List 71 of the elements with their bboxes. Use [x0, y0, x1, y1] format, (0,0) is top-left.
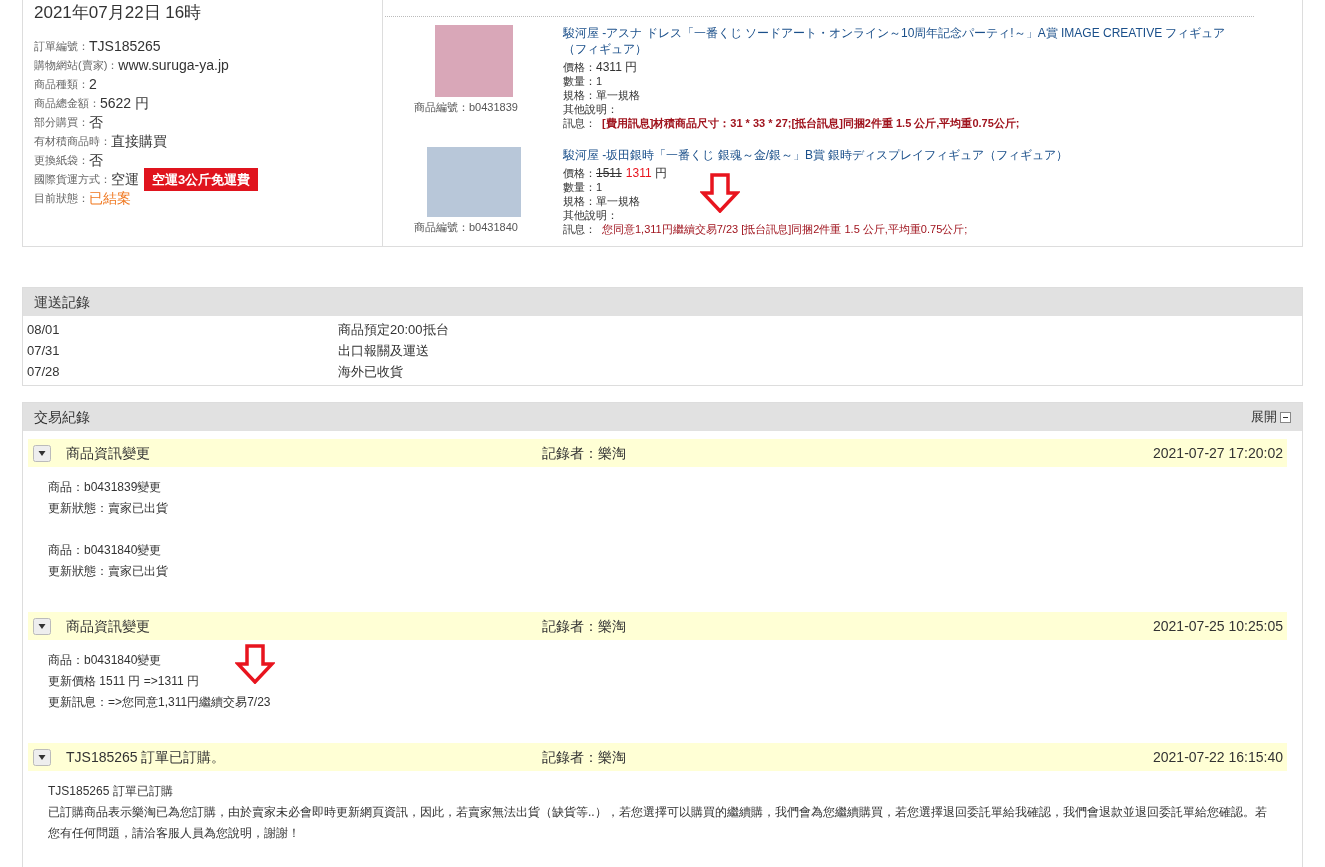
quantity-text: 數量：1: [563, 74, 604, 88]
note-label: 其他說明：: [563, 102, 619, 116]
entry-text: TJS185265 訂單已訂購: [48, 783, 173, 800]
price-value: 1311: [625, 166, 652, 180]
field-label: 部分購買：: [34, 115, 89, 131]
field-value: 5622 円: [100, 94, 150, 113]
message-text: 您同意1,311円繼續交易7/23 [抵台訊息]同捆2件重 1.5 公斤,平均重0.75公斤;: [602, 222, 968, 236]
entry-text: 更新狀態：賣家已出貨: [48, 563, 168, 580]
collapse-toggle[interactable]: 展開: [1251, 407, 1291, 427]
entry-text: 更新訊息：=>您同意1,311円繼續交易7/23: [48, 694, 271, 711]
old-price: 1511: [596, 166, 622, 180]
section-header: 運送記錄: [23, 288, 1302, 316]
spec-text: 規格：單一規格: [563, 194, 641, 208]
shipping-date: 08/01: [27, 320, 61, 339]
dropdown-toggle-icon[interactable]: [33, 617, 51, 635]
field-value: 直接購買: [111, 132, 167, 151]
entry-time: 2021-07-25 10:25:05: [1153, 616, 1283, 636]
field-value: 否: [89, 151, 103, 170]
field-label: 有材積商品時：: [34, 134, 111, 150]
shipping-event: 商品預定20:00抵台: [338, 320, 449, 339]
entry-text: 已訂購商品表示樂淘已為您訂購，由於賣家未必會即時更新網頁資訊，因此，若賣家無法出貨（缺貨等..），若您選擇可以購買的繼續購，我們會為您繼續購買，若您選擇退回委託單給我確認，我們會退款並退回委託單給您確認。若您有任何問題，請洽客服人員為您說明，謝謝！: [48, 804, 1267, 842]
field-value: www.suruga-ya.jp: [118, 56, 229, 75]
field-label: 商品種類：: [34, 77, 89, 93]
entry-text: 更新狀態：賣家已出貨: [48, 500, 168, 517]
product-title-link[interactable]: 駿河屋 -アスナ ドレス「一番くじ ソードアート・オンライン～10周年記念パーティ!～」A賞 IMAGE CREATIVE フィギュア（フィギュア）: [563, 25, 1242, 57]
product-code: 商品編號：b0431840: [414, 220, 519, 235]
price-value: 4311: [596, 60, 622, 74]
entry-text: 商品：b0431840變更: [48, 542, 162, 559]
price-label: 價格：: [563, 60, 596, 74]
field-value: 空運: [111, 170, 139, 189]
entry-time: 2021-07-22 16:15:40: [1153, 747, 1283, 767]
quantity-text: 數量：1: [563, 180, 604, 194]
shipping-event: 出口報關及運送: [338, 341, 429, 360]
field-label: 國際貨運方式：: [34, 172, 111, 188]
shipping-event: 海外已收貨: [338, 362, 403, 381]
product-title-link[interactable]: 駿河屋 -坂田銀時「一番くじ 銀魂～金/銀～」B賞 銀時ディスプレイフィギュア（フィギュア）: [563, 147, 1242, 163]
section-header: 交易紀錄: [34, 407, 90, 427]
entry-title: 商品資訊變更: [66, 616, 150, 636]
dropdown-toggle-icon[interactable]: [33, 748, 51, 766]
field-value: 否: [89, 113, 103, 132]
shipping-date: 07/31: [27, 341, 61, 360]
entry-recorder: 記錄者：樂淘: [542, 747, 626, 767]
price-unit: 円: [624, 60, 637, 74]
shipping-date: 07/28: [27, 362, 61, 381]
field-value: TJS185265: [89, 37, 161, 56]
field-label: 更換紙袋：: [34, 153, 89, 169]
dropdown-toggle-icon[interactable]: [33, 444, 51, 462]
field-label: 購物網站(賣家)：: [34, 58, 119, 72]
note-label: 其他說明：: [563, 208, 619, 222]
price-label: 價格：: [563, 166, 596, 180]
entry-recorder: 記錄者：樂淘: [542, 443, 626, 463]
field-label: 目前狀態：: [34, 191, 89, 207]
message-label: 訊息：: [563, 116, 596, 130]
spec-text: 規格：單一規格: [563, 88, 641, 102]
entry-title: TJS185265 訂單已訂購。: [66, 747, 226, 767]
shipping-badge: 空運3公斤免運費: [144, 167, 259, 192]
field-label: 商品總金額：: [34, 96, 100, 112]
entry-text: 商品：b0431840變更: [48, 652, 162, 669]
product-code: 商品編號：b0431839: [414, 100, 519, 115]
entry-text: 商品：b0431839變更: [48, 479, 162, 496]
field-value: 2: [89, 75, 97, 94]
entry-recorder: 記錄者：樂淘: [542, 616, 626, 636]
entry-time: 2021-07-27 17:20:02: [1153, 443, 1283, 463]
field-value: 已結案: [89, 189, 131, 208]
price-unit: 円: [654, 166, 667, 180]
order-date: 2021年07月22日 16時: [34, 2, 203, 24]
field-label: 訂單編號：: [34, 39, 89, 55]
entry-text: 更新價格 1511 円 =>1311 円: [48, 673, 199, 690]
message-label: 訊息：: [563, 222, 596, 236]
entry-title: 商品資訊變更: [66, 443, 150, 463]
message-text: [費用訊息]材積商品尺寸：31 * 33 * 27;[抵台訊息]同捆2件重 1.5 公斤,平均重0.75公斤;: [602, 116, 1020, 130]
